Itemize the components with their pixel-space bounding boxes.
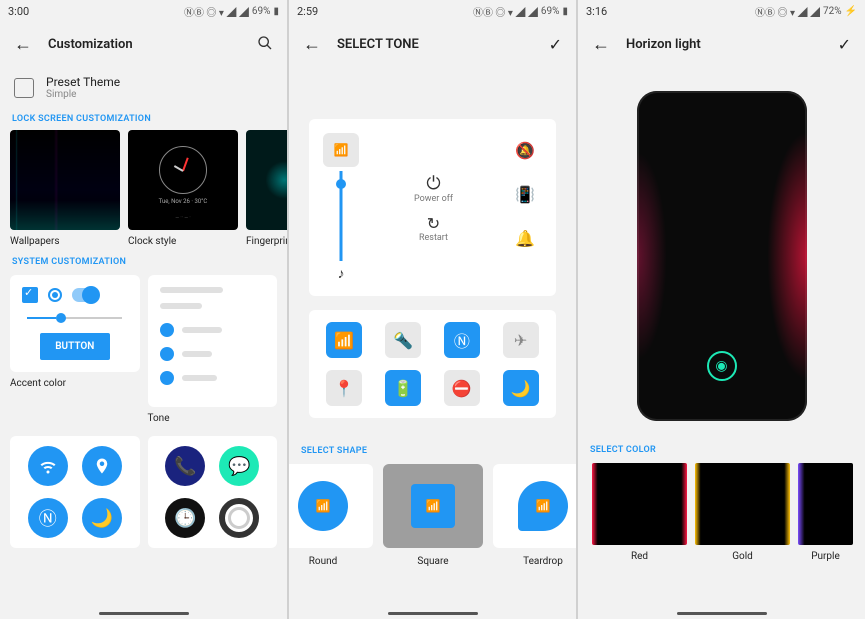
page-title: Horizon light: [626, 37, 822, 52]
volume-slider[interactable]: [331, 171, 351, 261]
back-icon[interactable]: ←: [303, 34, 321, 55]
status-time: 3:16: [586, 5, 607, 18]
fingerprint-icon: ◉: [707, 351, 737, 381]
shape-round[interactable]: 📶: [289, 464, 373, 548]
search-icon[interactable]: [257, 35, 273, 55]
qs-wifi-icon[interactable]: 📶: [326, 322, 362, 358]
preset-subtitle: Simple: [46, 89, 120, 100]
status-bar: 3:00 ⓃⒷ ◎ ▾ ◢ ◢ 69% ▮: [0, 0, 287, 20]
button-sample: BUTTON: [40, 333, 110, 360]
message-icon: 💬: [219, 446, 259, 486]
status-icons: ⓃⒷ ◎ ▾ ◢ ◢ 69% ▮: [184, 4, 279, 19]
preset-theme-row[interactable]: Preset Theme Simple: [0, 69, 287, 108]
slider-icon: [27, 317, 122, 319]
restart-option[interactable]: ↻ Restart: [419, 214, 448, 243]
header: ← SELECT TONE ✓: [289, 20, 576, 69]
page-title: Customization: [48, 37, 241, 52]
status-bar: 2:59 ⓃⒷ ◎ ▾ ◢ ◢ 69% ▮: [289, 0, 576, 20]
status-icons: ⓃⒷ ◎ ▾ ◢ ◢ 72% ⚡: [755, 4, 857, 19]
section-lock-label: LOCK SCREEN CUSTOMIZATION: [0, 108, 287, 128]
option-wallpapers[interactable]: Wallpapers: [10, 130, 120, 249]
phone-icon: 📞: [165, 446, 205, 486]
location-icon: [82, 446, 122, 486]
shirt-icon: [14, 78, 34, 98]
clock-icon: 🕒: [165, 498, 205, 538]
lock-screen-options[interactable]: Wallpapers Tue, Nov 26 · 30°C — ·· — · C…: [0, 128, 287, 251]
ring-bell-icon[interactable]: 🔔: [508, 221, 542, 255]
qs-airplane-icon[interactable]: ✈: [503, 322, 539, 358]
back-icon[interactable]: ←: [592, 34, 610, 55]
page-title: SELECT TONE: [337, 37, 533, 52]
ring-icon: 📶: [323, 133, 359, 167]
nfc-icon: Ⓝ: [28, 498, 68, 538]
shape-label-round: Round: [289, 556, 373, 567]
header: ← Horizon light ✓: [578, 20, 865, 69]
confirm-icon[interactable]: ✓: [549, 35, 562, 54]
clock-thumb: Tue, Nov 26 · 30°C — ·· — ·: [128, 130, 238, 230]
qs-night-icon[interactable]: 🌙: [503, 370, 539, 406]
qs-flashlight-icon[interactable]: 🔦: [385, 322, 421, 358]
shape-options[interactable]: 📶 📶 📶: [289, 460, 562, 552]
section-system-label: SYSTEM CUSTOMIZATION: [0, 251, 287, 271]
radio-icon: [48, 288, 62, 302]
section-shape-label: SELECT SHAPE: [289, 440, 576, 460]
card-tone[interactable]: Tone: [148, 275, 278, 426]
status-icons: ⓃⒷ ◎ ▾ ◢ ◢ 69% ▮: [473, 4, 568, 19]
wallpaper-thumb: [10, 130, 120, 230]
icons-card-right[interactable]: 📞 💬 🕒: [148, 436, 278, 548]
qs-location-icon[interactable]: 📍: [326, 370, 362, 406]
shape-label-teardrop: Teardrop: [493, 556, 576, 567]
camera-icon: [219, 498, 259, 538]
mute-icon[interactable]: 🔕: [508, 133, 542, 167]
preset-title: Preset Theme: [46, 75, 120, 89]
phone-preview: ◉: [637, 91, 807, 421]
card-accent[interactable]: BUTTON Accent color: [10, 275, 140, 426]
qs-nfc-icon[interactable]: Ⓝ: [444, 322, 480, 358]
quick-settings-preview: 📶 🔦 Ⓝ ✈ 📍 🔋 ⛔ 🌙: [309, 310, 556, 418]
color-red[interactable]: Red: [592, 463, 687, 568]
color-options[interactable]: Red Gold Purple: [578, 459, 865, 572]
color-purple[interactable]: Purple: [798, 463, 853, 568]
toggle-icon: [72, 288, 98, 302]
wifi-icon: [28, 446, 68, 486]
status-time: 2:59: [297, 5, 318, 18]
tone-preview-card: 📶 ♪ ⏻ Power off ↻ Restart 🔕 📳 🔔: [309, 119, 556, 296]
option-fingerprint[interactable]: Fingerprint: [246, 130, 287, 249]
screen-select-tone: 2:59 ⓃⒷ ◎ ▾ ◢ ◢ 69% ▮ ← SELECT TONE ✓ 📶 …: [289, 0, 576, 619]
power-off-option[interactable]: ⏻ Power off: [414, 173, 453, 204]
nav-indicator[interactable]: [388, 612, 478, 615]
nav-indicator[interactable]: [677, 612, 767, 615]
night-icon: 🌙: [82, 498, 122, 538]
screen-horizon-light: 3:16 ⓃⒷ ◎ ▾ ◢ ◢ 72% ⚡ ← Horizon light ✓ …: [578, 0, 865, 619]
nav-indicator[interactable]: [99, 612, 189, 615]
confirm-icon[interactable]: ✓: [838, 35, 851, 54]
status-bar: 3:16 ⓃⒷ ◎ ▾ ◢ ◢ 72% ⚡: [578, 0, 865, 20]
vibrate-icon[interactable]: 📳: [508, 177, 542, 211]
back-icon[interactable]: ←: [14, 34, 32, 55]
system-cards: BUTTON Accent color Tone: [0, 271, 287, 430]
icon-shape-cards: Ⓝ 🌙 📞 💬 🕒: [0, 430, 287, 552]
checkbox-icon: [22, 287, 38, 303]
shape-teardrop[interactable]: 📶: [493, 464, 576, 548]
fingerprint-thumb: [246, 130, 287, 230]
status-time: 3:00: [8, 5, 29, 18]
icons-card-left[interactable]: Ⓝ 🌙: [10, 436, 140, 548]
music-note-icon: ♪: [338, 265, 345, 282]
qs-dnd-icon[interactable]: ⛔: [444, 370, 480, 406]
qs-battery-icon[interactable]: 🔋: [385, 370, 421, 406]
shape-square[interactable]: 📶: [383, 464, 483, 548]
color-gold[interactable]: Gold: [695, 463, 790, 568]
shape-label-square: Square: [383, 556, 483, 567]
header: ← Customization: [0, 20, 287, 69]
option-clock-style[interactable]: Tue, Nov 26 · 30°C — ·· — · Clock style: [128, 130, 238, 249]
screen-customization: 3:00 ⓃⒷ ◎ ▾ ◢ ◢ 69% ▮ ← Customization Pr…: [0, 0, 287, 619]
section-color-label: SELECT COLOR: [578, 439, 865, 459]
